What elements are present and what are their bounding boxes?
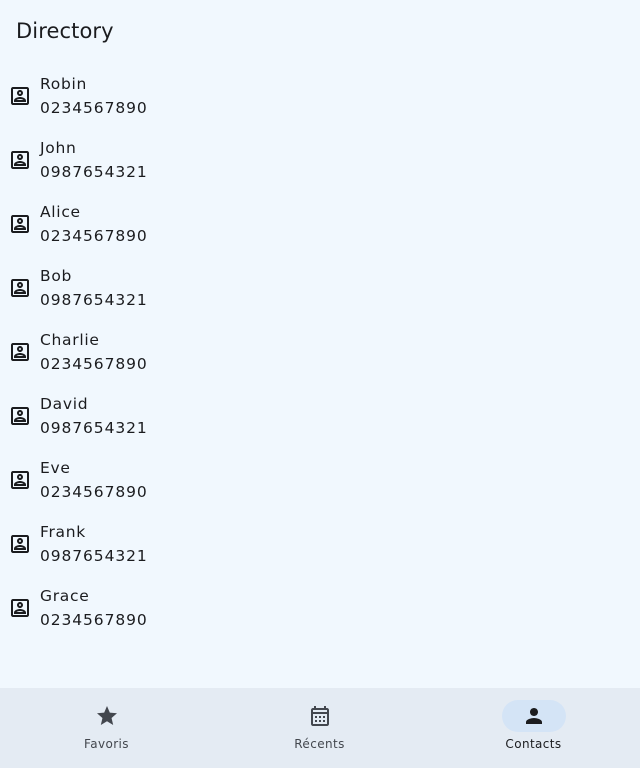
contact-phone: 0987654321 (40, 163, 148, 181)
contact-row[interactable]: Charlie 0234567890 (0, 320, 640, 384)
contact-row[interactable]: Grace 0234567890 (0, 576, 640, 640)
contact-name: Frank (40, 523, 86, 541)
contact-card-icon (11, 471, 29, 489)
contact-phone: 0987654321 (40, 419, 148, 437)
contact-card-icon (11, 407, 29, 425)
calendar-icon (310, 706, 329, 726)
contact-card-icon (11, 535, 29, 553)
contact-phone: 0234567890 (40, 611, 148, 629)
contact-card-icon (11, 151, 29, 169)
star-icon (96, 706, 117, 725)
contact-row[interactable]: David 0987654321 (0, 384, 640, 448)
contact-card-icon (11, 279, 29, 297)
contact-name: Bob (40, 267, 73, 285)
contact-phone: 0234567890 (40, 99, 148, 117)
nav-item-contacts[interactable]: Contacts (427, 688, 640, 768)
contact-phone: 0987654321 (40, 547, 148, 565)
nav-item-favoris[interactable]: Favoris (0, 688, 213, 768)
bottom-navigation: Favoris Récents Contacts (0, 688, 640, 768)
contact-card-icon (11, 343, 29, 361)
contact-name: Robin (40, 75, 88, 93)
contact-name: Grace (40, 587, 90, 605)
contact-name: Charlie (40, 331, 100, 349)
contact-row[interactable]: Robin 0234567890 (0, 64, 640, 128)
contact-row[interactable]: Alice 0234567890 (0, 192, 640, 256)
contact-row[interactable]: Frank 0987654321 (0, 512, 640, 576)
contact-phone: 0234567890 (40, 483, 148, 501)
person-icon (525, 708, 542, 724)
nav-label: Contacts (505, 737, 562, 751)
page-title: Directory (16, 19, 114, 43)
nav-label: Favoris (84, 737, 129, 751)
contact-list: Robin 0234567890 John 0987654321 Alice 0… (0, 64, 640, 688)
nav-item-recents[interactable]: Récents (213, 688, 426, 768)
contact-phone: 0987654321 (40, 291, 148, 309)
contact-card-icon (11, 87, 29, 105)
contact-row[interactable]: Bob 0987654321 (0, 256, 640, 320)
app-bar: Directory (0, 0, 640, 64)
contact-row[interactable]: John 0987654321 (0, 128, 640, 192)
contact-card-icon (11, 599, 29, 617)
contact-card-icon (11, 215, 29, 233)
contact-name: Eve (40, 459, 71, 477)
contact-phone: 0234567890 (40, 355, 148, 373)
contact-phone: 0234567890 (40, 227, 148, 245)
contact-name: John (40, 139, 77, 157)
contact-name: David (40, 395, 89, 413)
nav-label: Récents (294, 737, 345, 751)
contact-row[interactable]: Eve 0234567890 (0, 448, 640, 512)
contact-name: Alice (40, 203, 81, 221)
